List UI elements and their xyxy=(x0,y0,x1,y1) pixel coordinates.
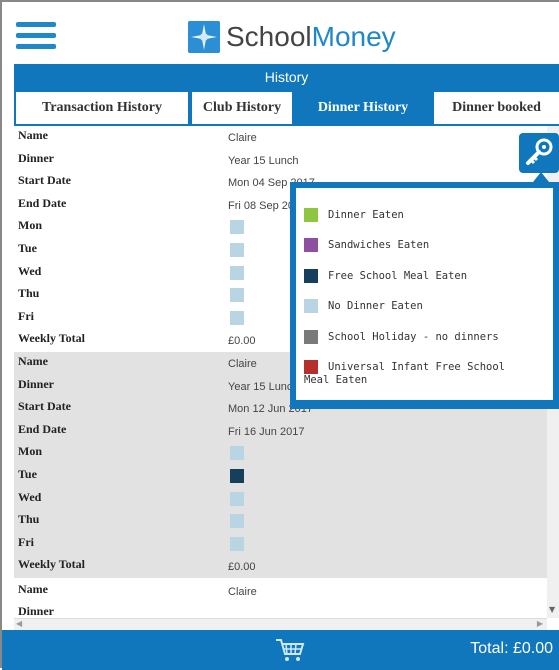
day-status-square xyxy=(230,468,244,483)
cart-icon[interactable] xyxy=(274,636,306,664)
row-label: Name xyxy=(18,353,48,368)
legend-item: Sandwiches Eaten xyxy=(304,238,429,252)
row-label: Dinner xyxy=(18,603,54,618)
legend-swatch xyxy=(304,299,318,313)
row-label: Mon xyxy=(18,218,42,233)
tab-transaction-history[interactable]: Transaction History xyxy=(16,92,188,124)
tab-bar: Transaction History Club History Dinner … xyxy=(14,90,559,126)
row-label: Start Date xyxy=(18,173,71,188)
table-row: Name Claire xyxy=(14,126,547,149)
basket-total: Total: £0.00 xyxy=(470,640,553,657)
legend-label: Dinner Eaten xyxy=(328,209,404,221)
row-label: Start Date xyxy=(18,399,71,414)
legend-label: Sandwiches Eaten xyxy=(328,239,430,251)
legend-item: School Holiday - no dinners xyxy=(304,330,499,344)
pupil-name: Claire xyxy=(228,132,257,144)
key-icon xyxy=(526,138,553,165)
hamburger-menu-icon[interactable] xyxy=(16,22,56,49)
table-row: Wed xyxy=(14,488,547,511)
legend-label: School Holiday - no dinners xyxy=(328,331,499,343)
page-title: History xyxy=(14,64,559,90)
legend-pointer xyxy=(533,172,549,182)
row-label: Name xyxy=(18,581,48,596)
legend-item: Dinner Eaten xyxy=(304,208,404,222)
row-label: Weekly Total xyxy=(18,557,86,572)
legend-swatch xyxy=(304,238,318,252)
legend-item: Free School Meal Eaten xyxy=(304,269,467,283)
day-status-square xyxy=(230,265,244,280)
schoolmoney-logo: SchoolMoney xyxy=(188,20,396,54)
legend-panel: Dinner Eaten Sandwiches Eaten Free Schoo… xyxy=(296,188,553,400)
week-block: Name Claire Dinner xyxy=(14,578,547,618)
logo-text-school: School xyxy=(226,21,312,52)
row-label: Mon xyxy=(18,444,42,459)
day-status-square xyxy=(230,536,244,551)
legend-label: Universal Infant Free School Meal Eaten xyxy=(304,361,506,386)
legend-popup: Dinner Eaten Sandwiches Eaten Free Schoo… xyxy=(290,182,559,409)
day-status-square xyxy=(230,491,244,506)
row-label: Wed xyxy=(18,263,42,278)
logo-text-money: Money xyxy=(311,21,396,52)
pupil-name: Claire xyxy=(228,357,257,370)
legend-label: Free School Meal Eaten xyxy=(328,270,468,282)
legend-swatch xyxy=(304,330,318,344)
row-label: Dinner xyxy=(18,150,54,165)
scroll-right-arrow-icon[interactable]: ▶ xyxy=(537,619,543,628)
tab-club-history[interactable]: Club History xyxy=(192,92,292,124)
table-row: Dinner Year 15 Lunch xyxy=(14,149,547,172)
weekly-total: £0.00 xyxy=(228,561,256,574)
day-status-square xyxy=(230,310,244,325)
table-row: Tue xyxy=(14,465,547,488)
day-status-square xyxy=(230,242,244,257)
legend-item: No Dinner Eaten xyxy=(304,299,423,313)
day-status-square xyxy=(230,288,244,303)
tab-dinner-history[interactable]: Dinner History xyxy=(294,92,432,124)
legend-swatch xyxy=(304,269,318,283)
row-label: Dinner xyxy=(18,376,54,391)
day-status-square xyxy=(230,514,244,529)
table-row: Mon xyxy=(14,442,547,465)
day-status-square xyxy=(230,446,244,461)
logo-star-icon xyxy=(188,21,220,53)
row-label: Tue xyxy=(18,466,37,481)
legend-label: No Dinner Eaten xyxy=(328,300,423,312)
table-row: Weekly Total £0.00 xyxy=(14,555,547,578)
scroll-down-arrow-icon[interactable]: ▼ xyxy=(549,605,555,614)
end-date: Fri 16 Jun 2017 xyxy=(228,425,305,438)
legend-key-button[interactable] xyxy=(519,133,559,173)
table-row: Thu xyxy=(14,510,547,533)
legend-item: Universal Infant Free School Meal Eaten xyxy=(304,360,534,386)
row-label: Fri xyxy=(18,534,34,549)
row-label: Tue xyxy=(18,240,37,255)
scroll-left-arrow-icon[interactable]: ◀ xyxy=(16,619,22,628)
table-row: Dinner xyxy=(14,602,547,618)
tab-dinner-booked[interactable]: Dinner booked xyxy=(434,92,559,124)
dinner-type: Year 15 Lunch xyxy=(228,380,299,393)
row-label: Wed xyxy=(18,489,42,504)
table-row: Name Claire xyxy=(14,578,547,602)
row-label: Fri xyxy=(18,308,34,323)
pupil-name: Claire xyxy=(228,585,257,598)
legend-swatch xyxy=(304,208,318,222)
top-bar: SchoolMoney xyxy=(2,2,559,64)
weekly-total: £0.00 xyxy=(228,335,256,348)
legend-swatch xyxy=(304,360,318,374)
row-label: End Date xyxy=(18,421,67,436)
row-label: Weekly Total xyxy=(18,331,86,346)
row-label: Name xyxy=(18,128,48,142)
table-row: End Date Fri 16 Jun 2017 xyxy=(14,420,547,443)
table-row: Fri xyxy=(14,533,547,556)
row-label: Thu xyxy=(18,512,40,527)
row-label: End Date xyxy=(18,195,67,210)
row-label: Thu xyxy=(18,286,40,301)
footer-bar: Total: £0.00 xyxy=(2,630,559,670)
day-status-square xyxy=(230,220,244,235)
dinner-type: Year 15 Lunch xyxy=(228,154,299,167)
